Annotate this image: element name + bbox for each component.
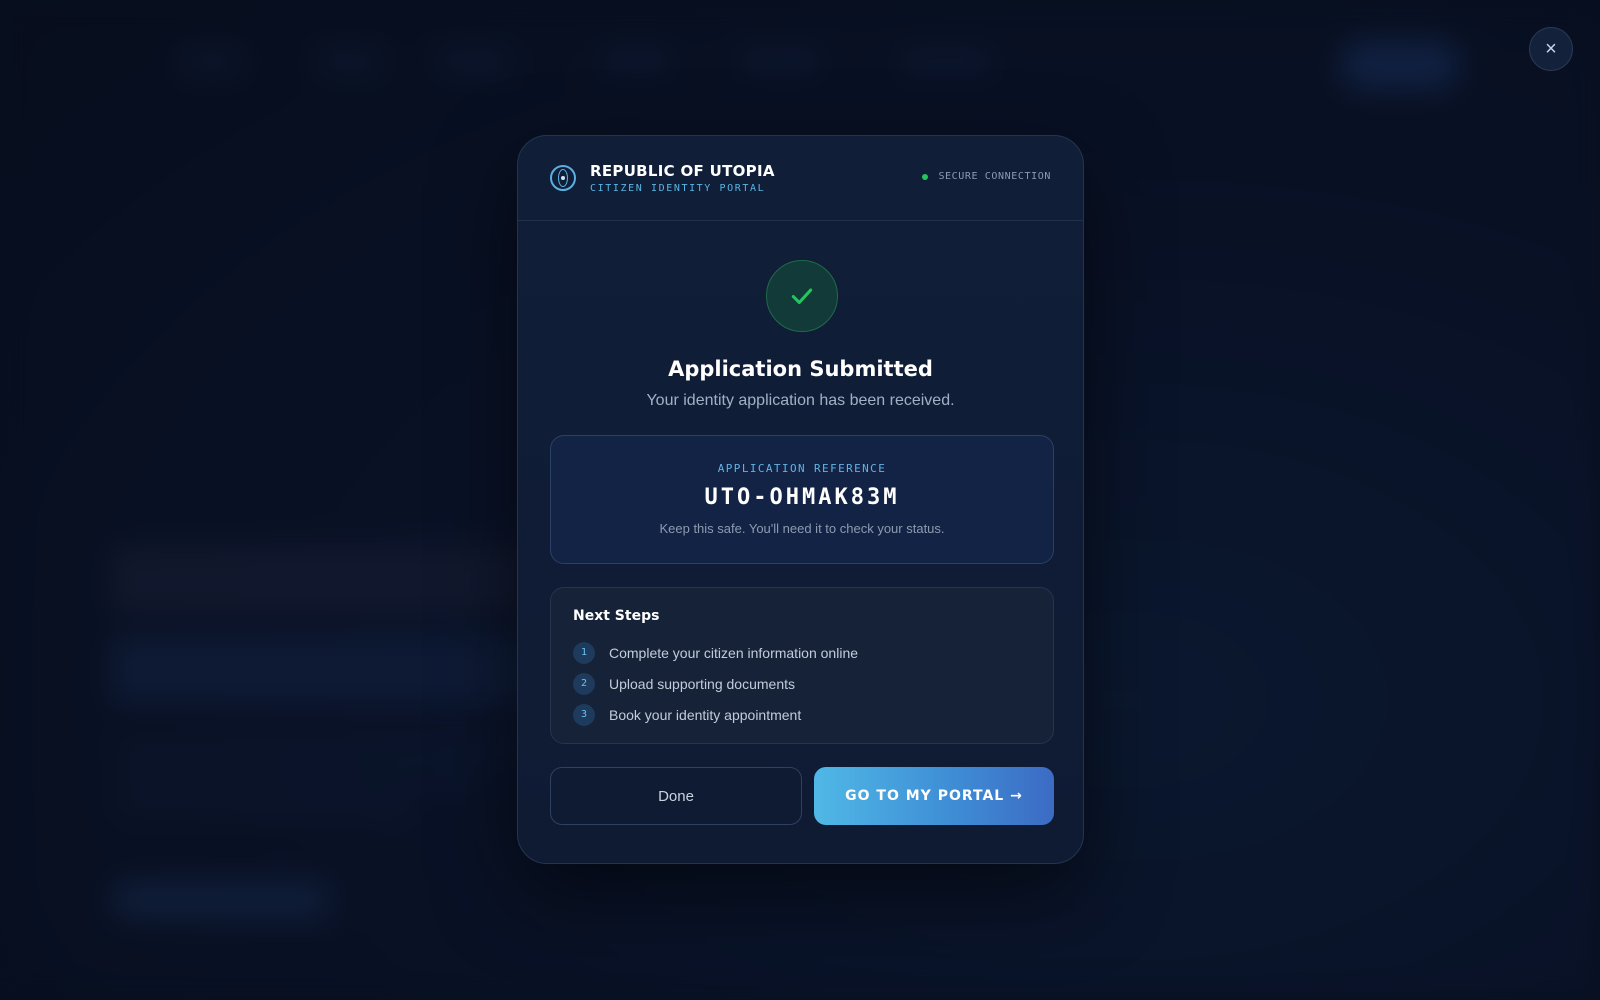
reference-note: Keep this safe. You'll need it to check … [659,521,945,536]
close-icon: × [1545,37,1557,60]
go-to-portal-button[interactable]: GO TO MY PORTAL → [814,767,1054,825]
step-number: 2 [573,672,595,695]
reference-label: APPLICATION REFERENCE [717,462,887,475]
step-number: 1 [573,641,595,664]
reference-code: UTO-OHMAK83M [704,485,900,510]
list-item: 1 Complete your citizen information onli… [573,637,1031,668]
application-submitted-dialog: REPUBLIC OF UTOPIA CITIZEN IDENTITY PORT… [517,135,1084,864]
success-badge [766,260,838,332]
next-steps-title: Next Steps [573,608,660,624]
brand: REPUBLIC OF UTOPIA CITIZEN IDENTITY PORT… [590,162,775,194]
dialog-title: Application Submitted [668,357,933,381]
emblem-icon [550,165,576,191]
status-dot-icon [922,173,929,180]
done-button[interactable]: Done [550,767,802,825]
brand-title: REPUBLIC OF UTOPIA [590,162,775,180]
check-icon [791,288,813,305]
list-item: 3 Book your identity appointment [573,699,1031,730]
step-text: Upload supporting documents [609,675,796,692]
step-text: Book your identity appointment [609,706,802,723]
close-button[interactable]: × [1529,27,1573,71]
secure-connection-label: SECURE CONNECTION [938,171,1051,182]
step-number: 3 [573,703,595,726]
dialog-header: REPUBLIC OF UTOPIA CITIZEN IDENTITY PORT… [518,136,1083,221]
application-reference-card: APPLICATION REFERENCE UTO-OHMAK83M Keep … [550,435,1054,564]
secure-connection-indicator: SECURE CONNECTION [922,171,1051,182]
next-steps-card: Next Steps 1 Complete your citizen infor… [550,587,1054,744]
step-text: Complete your citizen information online [609,644,859,661]
list-item: 2 Upload supporting documents [573,668,1031,699]
brand-subtitle: CITIZEN IDENTITY PORTAL [590,183,766,194]
dialog-subtitle: Your identity application has been recei… [646,392,955,409]
